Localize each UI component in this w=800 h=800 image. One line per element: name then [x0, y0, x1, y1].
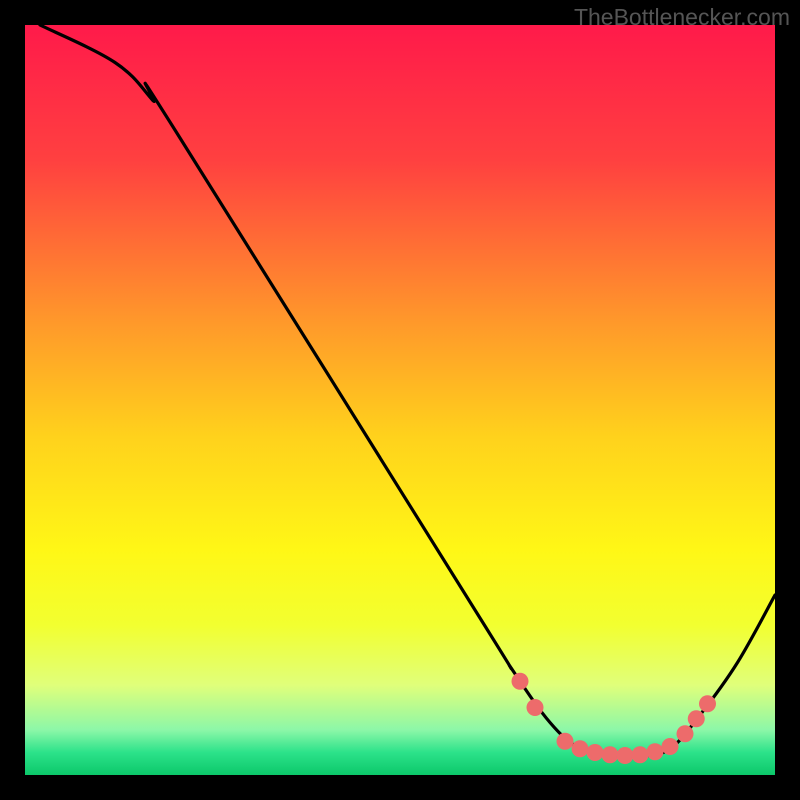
data-marker	[699, 695, 716, 712]
data-marker	[677, 725, 694, 742]
data-marker	[632, 746, 649, 763]
gradient-background	[25, 25, 775, 775]
data-marker	[512, 673, 529, 690]
data-marker	[587, 744, 604, 761]
data-marker	[617, 747, 634, 764]
plot-area	[25, 25, 775, 775]
watermark-text: TheBottlenecker.com	[574, 4, 790, 31]
data-marker	[647, 743, 664, 760]
chart-frame: TheBottlenecker.com	[0, 0, 800, 800]
data-marker	[572, 740, 589, 757]
data-marker	[557, 733, 574, 750]
data-marker	[527, 699, 544, 716]
data-marker	[602, 746, 619, 763]
chart-svg	[25, 25, 775, 775]
data-marker	[688, 710, 705, 727]
data-marker	[662, 738, 679, 755]
